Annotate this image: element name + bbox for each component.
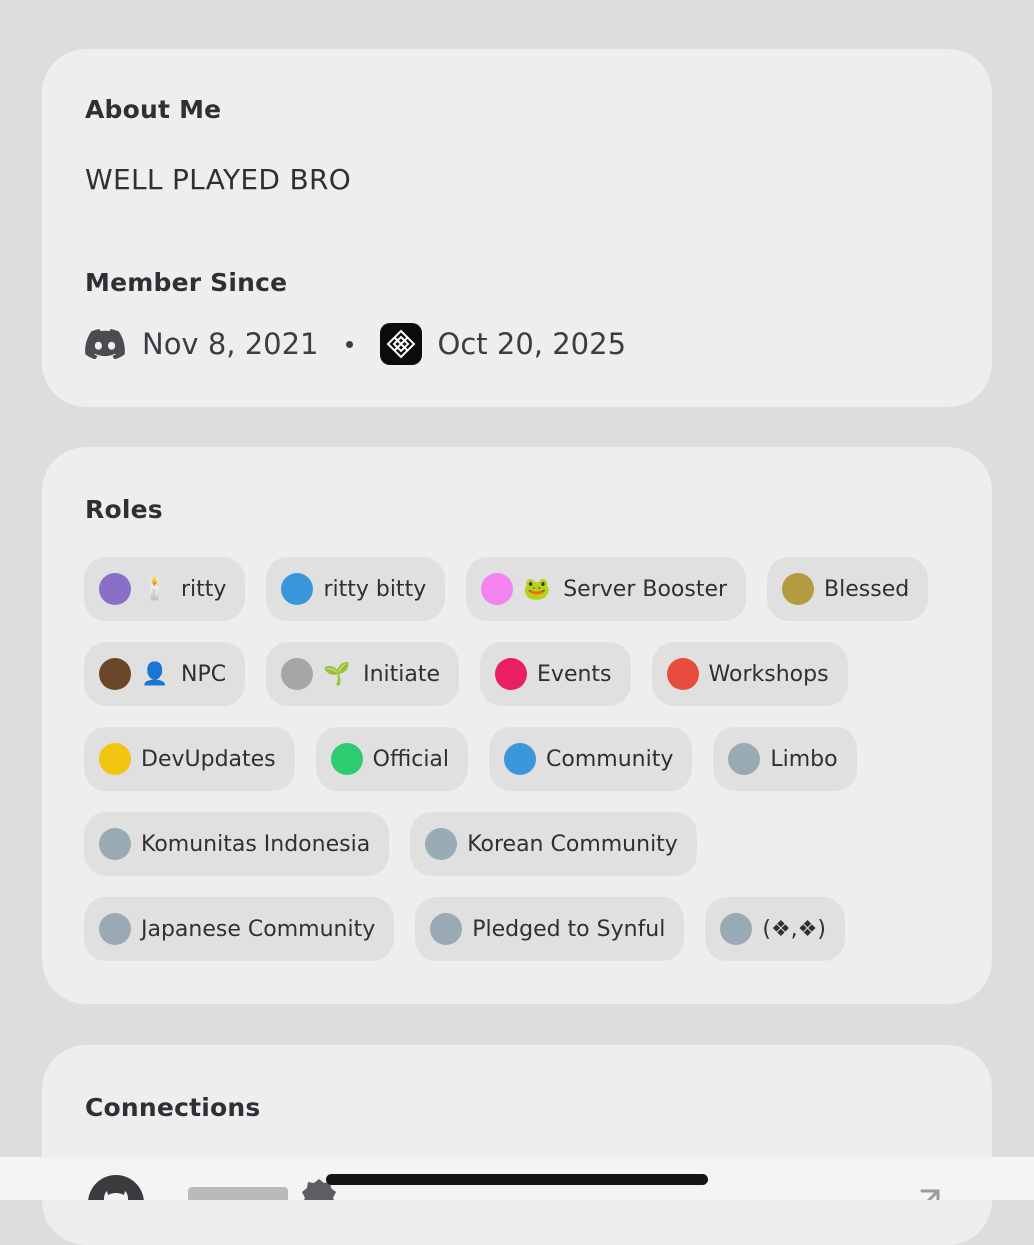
role-icon: 👤 <box>141 661 169 687</box>
role-label: Limbo <box>770 746 838 772</box>
role-color-dot <box>330 743 363 775</box>
role-color-dot <box>425 828 458 860</box>
role-chip[interactable]: Pledged to Synful <box>415 897 685 961</box>
role-chip[interactable]: Blessed <box>767 557 929 621</box>
about-card: About Me WELL PLAYED BRO Member Since No… <box>42 49 992 407</box>
roles-card: Roles 🕯️ ritty ritty bitty 🐸 Server Booster B… <box>42 447 992 1004</box>
role-chip[interactable]: 👤 NPC <box>84 642 246 706</box>
role-label: Komunitas Indonesia <box>141 831 371 857</box>
role-label: Japanese Community <box>141 916 376 942</box>
roles-heading: Roles <box>85 495 163 524</box>
role-label: Workshops <box>708 661 829 687</box>
role-color-dot <box>728 743 761 775</box>
role-chip[interactable]: 🌱 Initiate <box>266 642 460 706</box>
role-label: Community <box>546 746 674 772</box>
redacted-username <box>188 1187 288 1200</box>
role-color-dot <box>99 743 131 775</box>
role-label: Korean Community <box>467 831 678 857</box>
role-color-dot <box>99 913 131 945</box>
role-color-dot <box>666 658 699 690</box>
about-me-heading: About Me <box>85 95 222 124</box>
member-since-row: Nov 8, 2021 Oct 20, 2025 <box>85 321 626 367</box>
home-indicator <box>326 1174 708 1185</box>
role-label: Blessed <box>824 576 910 602</box>
github-icon <box>88 1175 144 1200</box>
role-chip[interactable]: Korean Community <box>410 812 697 876</box>
role-chip[interactable]: Komunitas Indonesia <box>84 812 390 876</box>
connections-heading: Connections <box>85 1093 261 1122</box>
role-label: Server Booster <box>563 576 728 602</box>
role-icon: 🌱 <box>323 661 351 687</box>
role-chip[interactable]: Events <box>480 642 631 706</box>
role-icon: 🕯️ <box>141 576 169 602</box>
role-chip[interactable]: Official <box>315 727 469 791</box>
role-color-dot <box>99 573 131 605</box>
about-me-text: WELL PLAYED BRO <box>85 163 352 196</box>
role-label: ritty bitty <box>323 576 427 602</box>
role-icon: 🐸 <box>523 576 551 602</box>
endless-knot-icon <box>386 329 415 359</box>
role-chip[interactable]: Limbo <box>713 727 857 791</box>
role-color-dot <box>99 658 131 690</box>
role-label: Initiate <box>363 661 441 687</box>
role-label: DevUpdates <box>141 746 276 772</box>
external-link-icon[interactable] <box>912 1185 944 1200</box>
role-color-dot <box>281 573 314 605</box>
role-label: (❖,❖) <box>762 916 826 942</box>
server-member-since-date: Oct 20, 2025 <box>437 327 627 361</box>
role-color-dot <box>720 913 753 945</box>
role-label: Events <box>537 661 612 687</box>
role-color-dot <box>99 828 131 860</box>
role-color-dot <box>430 913 463 945</box>
role-color-dot <box>782 573 815 605</box>
role-label: Official <box>372 746 450 772</box>
role-chip[interactable]: 🐸 Server Booster <box>466 557 747 621</box>
role-chip[interactable]: (❖,❖) <box>705 897 845 961</box>
role-color-dot <box>281 658 314 690</box>
discord-member-since-date: Nov 8, 2021 <box>142 327 319 361</box>
role-chip[interactable]: 🕯️ ritty <box>84 557 246 621</box>
role-chip[interactable]: ritty bitty <box>266 557 446 621</box>
connections-card: Connections <box>42 1045 992 1245</box>
role-color-dot <box>495 658 528 690</box>
role-color-dot <box>504 743 537 775</box>
role-chip[interactable]: DevUpdates <box>84 727 295 791</box>
separator-dot <box>345 340 353 348</box>
discord-icon <box>85 329 125 359</box>
member-since-heading: Member Since <box>85 268 288 297</box>
role-chip[interactable]: Workshops <box>651 642 848 706</box>
role-label: NPC <box>181 661 227 687</box>
role-chip[interactable]: Japanese Community <box>84 897 395 961</box>
role-chip[interactable]: Community <box>489 727 693 791</box>
role-label: Pledged to Synful <box>472 916 666 942</box>
role-label: ritty <box>181 576 227 602</box>
roles-list: 🕯️ ritty ritty bitty 🐸 Server Booster Blessed… <box>84 557 954 961</box>
server-icon[interactable] <box>379 323 422 365</box>
role-color-dot <box>481 573 514 605</box>
